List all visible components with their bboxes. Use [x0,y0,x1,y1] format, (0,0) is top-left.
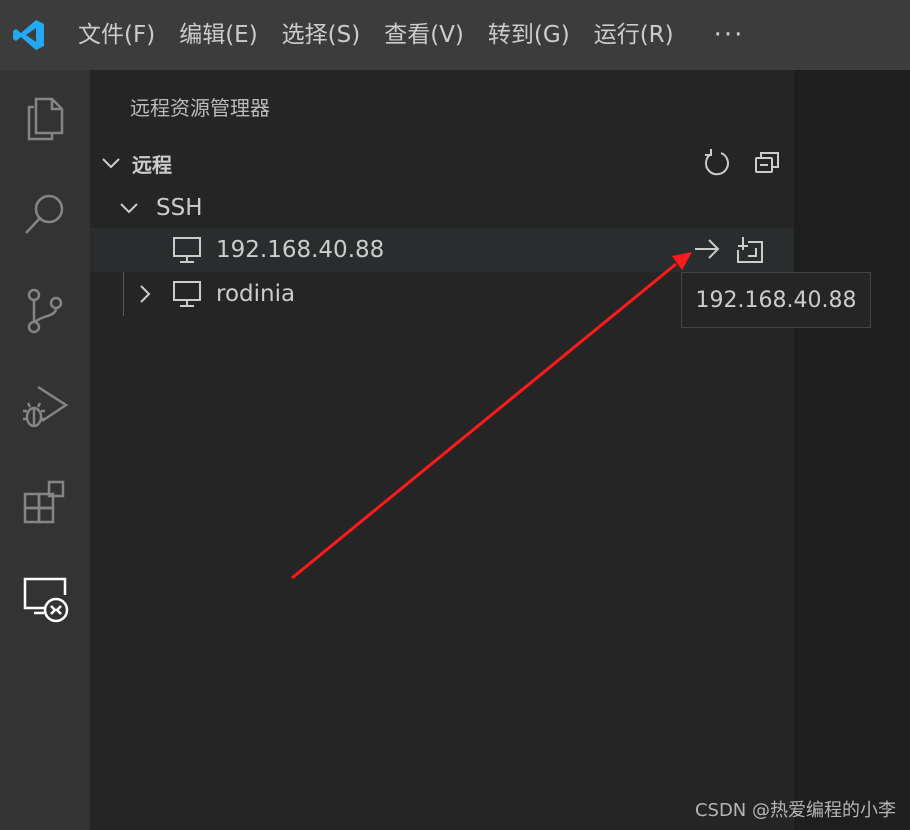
menu-edit[interactable]: 编辑(E) [169,0,267,70]
menu-more-button[interactable]: ··· [714,20,745,50]
vscode-logo-icon[interactable] [12,18,46,52]
run-debug-icon [23,385,69,428]
extensions-icon [23,480,65,524]
watermark: CSDN @热爱编程的小李 [694,800,896,821]
activity-extensions[interactable] [0,454,90,550]
monitor-icon [173,281,201,307]
connect-new-window-icon[interactable] [734,234,764,264]
menu-view[interactable]: 查看(V) [374,0,474,70]
activity-search[interactable] [0,166,90,262]
ssh-host-label: rodinia [216,281,296,307]
monitor-icon [173,237,201,263]
search-icon [25,194,64,234]
menu-file[interactable]: 文件(F) [68,0,165,70]
menu-go[interactable]: 转到(G) [478,0,580,70]
chevron-down-icon [102,158,120,169]
section-remote-label: 远程 [132,152,172,177]
refresh-icon[interactable] [702,148,732,178]
host-row-actions [692,234,764,264]
activity-source-control[interactable] [0,262,90,358]
editor-area [794,70,910,830]
section-remote-header[interactable]: 远程 [90,140,794,186]
activity-bar [0,70,90,830]
section-actions [702,148,782,178]
activity-remote-explorer[interactable] [0,550,90,646]
ssh-host-row[interactable]: 192.168.40.88 [90,228,794,272]
activity-run-debug[interactable] [0,358,90,454]
remote-explorer-sidebar: 远程资源管理器 远程 SSH 192.168.40.88 rodinia [90,70,794,830]
menu-selection[interactable]: 选择(S) [272,0,371,70]
connect-current-window-icon[interactable] [692,234,722,264]
sidebar-title: 远程资源管理器 [130,96,270,120]
remote-explorer-icon [23,577,69,623]
activity-explorer[interactable] [0,70,90,166]
menu-run[interactable]: 运行(R) [584,0,684,70]
host-tooltip: 192.168.40.88 [681,272,871,328]
source-control-icon [27,288,63,334]
files-icon [27,97,64,141]
ssh-host-label: 192.168.40.88 [216,237,385,263]
chevron-right-icon [140,285,151,303]
ssh-group-row[interactable]: SSH [90,186,794,230]
collapse-all-icon[interactable] [752,148,782,178]
chevron-down-icon [120,203,138,214]
title-bar: 文件(F) 编辑(E) 选择(S) 查看(V) 转到(G) 运行(R) ··· [0,0,910,70]
ssh-group-label: SSH [156,195,203,221]
